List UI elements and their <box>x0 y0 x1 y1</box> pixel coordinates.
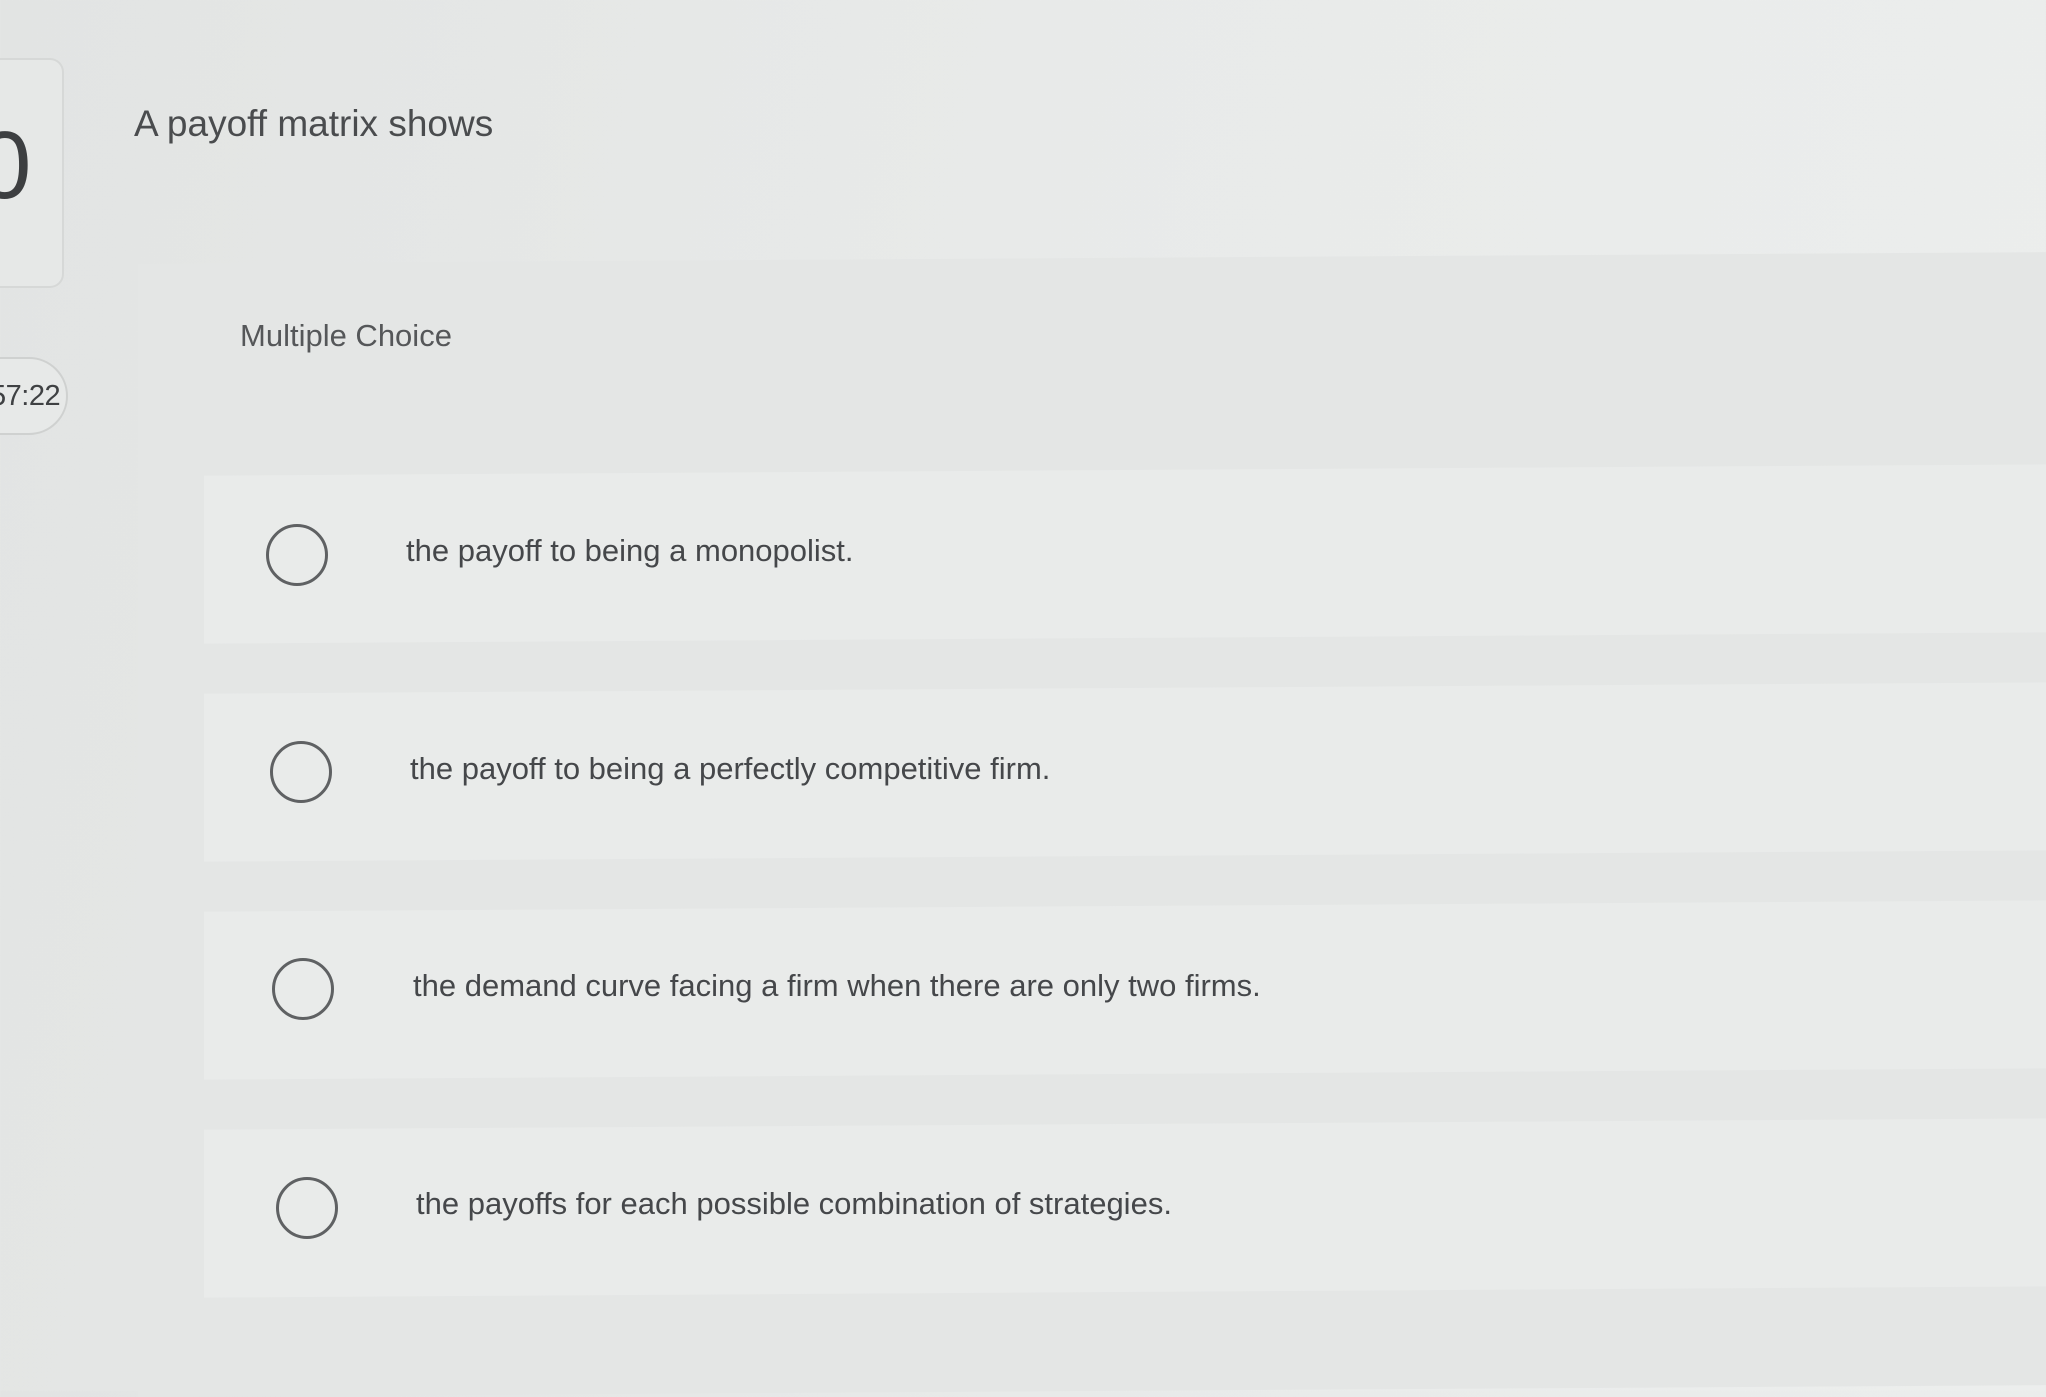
option-4-label[interactable]: the payoffs for each possible combinatio… <box>416 1186 1172 1222</box>
option-1-label[interactable]: the payoff to being a monopolist. <box>406 533 854 569</box>
question-type-label: Multiple Choice <box>240 318 452 353</box>
question-prompt: A payoff matrix shows <box>134 103 494 144</box>
option-3-label[interactable]: the demand curve facing a firm when ther… <box>413 968 1261 1004</box>
radio-button-option-4[interactable] <box>276 1177 338 1239</box>
radio-button-option-1[interactable] <box>266 524 328 586</box>
timer-text: 57:22 <box>0 380 61 412</box>
option-2-label[interactable]: the payoff to being a perfectly competit… <box>410 751 1050 787</box>
question-number: 0 <box>0 112 32 219</box>
radio-button-option-2[interactable] <box>270 741 332 803</box>
radio-button-option-3[interactable] <box>272 958 334 1020</box>
